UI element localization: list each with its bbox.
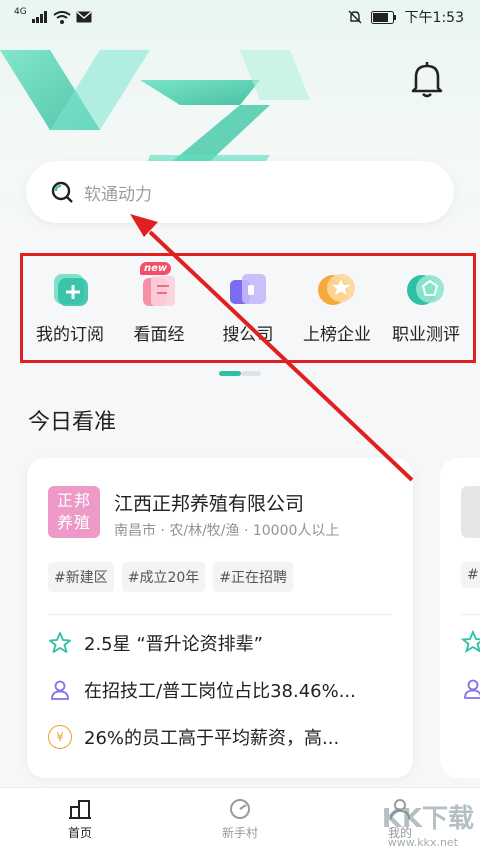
- quick-item-ranked-company[interactable]: 上榜企业: [294, 268, 380, 345]
- watermark-url: www.kkx.net: [387, 836, 458, 849]
- mute-icon: [348, 10, 362, 24]
- search-placeholder: 软通动力: [84, 184, 152, 205]
- pager-dot: [241, 371, 261, 376]
- quick-item-interview-notes[interactable]: new 看面经: [116, 262, 202, 345]
- quick-label: 职业测评: [392, 325, 460, 345]
- quick-menu: 我的订阅 new 看面经 搜公司 上榜企业 职业测评: [20, 253, 476, 363]
- tab-newbie-village[interactable]: 新手村: [190, 798, 290, 841]
- pager-dot-active: [219, 371, 241, 376]
- tab-home[interactable]: 首页: [30, 798, 130, 841]
- fact-text: 2.5星 “晋升论资排辈”: [84, 634, 263, 655]
- career-test-icon: [407, 275, 444, 305]
- quick-item-search-company[interactable]: 搜公司: [205, 268, 291, 345]
- tag[interactable]: #正在招聘: [213, 562, 294, 592]
- company-tags: #新建区 #成立20年 #正在招聘: [48, 562, 294, 592]
- company-card[interactable]: 正邦 养殖 江西正邦养殖有限公司 南昌市 · 农/林/牧/渔 · 10000人以…: [27, 458, 413, 778]
- network-label: 4G: [14, 7, 27, 17]
- card2-tag: #: [461, 562, 480, 588]
- person-icon: [51, 680, 69, 700]
- divider: [48, 614, 392, 615]
- person-icon: [464, 679, 480, 699]
- carousel-pager: [219, 371, 261, 376]
- logo-line-2: 养殖: [56, 513, 91, 532]
- home-icon: [69, 800, 91, 819]
- section-title: 今日看准: [28, 410, 117, 435]
- battery-icon: [370, 10, 396, 24]
- quick-label: 看面经: [133, 325, 185, 345]
- signal-icon: [31, 11, 47, 23]
- card2-divider: [461, 614, 480, 615]
- clock: 下午1:53: [404, 10, 464, 26]
- salary-icon: ¥: [48, 725, 72, 749]
- fact-text: 在招技工/普工岗位占比38.46%...: [84, 681, 356, 702]
- wifi-icon: [53, 10, 71, 24]
- search-icon: [51, 181, 73, 203]
- tab-label: 首页: [67, 826, 92, 840]
- ranked-company-icon: [318, 274, 355, 305]
- quick-item-subscribe[interactable]: 我的订阅: [27, 268, 113, 345]
- subscribe-icon: [54, 274, 88, 306]
- quick-label: 我的订阅: [36, 325, 104, 345]
- bell-icon[interactable]: [410, 60, 444, 98]
- star-icon: [49, 632, 71, 653]
- card2-logo: [461, 486, 480, 538]
- tab-label: 新手村: [221, 826, 258, 840]
- fact-salary: ¥ 26%的员工高于平均薪资，高...: [48, 724, 339, 750]
- quick-label: 上榜企业: [303, 325, 371, 345]
- fact-jobs: 在招技工/普工岗位占比38.46%...: [48, 677, 356, 703]
- fact-rating: 2.5星 “晋升论资排辈”: [48, 630, 263, 656]
- logo-line-1: 正邦: [56, 491, 91, 510]
- new-badge: new: [140, 262, 172, 275]
- fact-text: 26%的员工高于平均薪资，高...: [84, 728, 340, 749]
- quick-label: 搜公司: [222, 325, 274, 345]
- company-name: 江西正邦养殖有限公司: [114, 493, 305, 515]
- watermark: KK下载: [381, 804, 474, 834]
- company-meta: 南昌市 · 农/林/牧/渔 · 10000人以上: [114, 523, 340, 539]
- company-card-next[interactable]: #: [440, 458, 480, 778]
- status-bar: 4G 下午1:53: [0, 0, 480, 34]
- star-icon: [461, 630, 480, 653]
- search-bar[interactable]: 软通动力: [26, 161, 454, 223]
- tag[interactable]: #新建区: [48, 562, 114, 592]
- mail-icon: [76, 11, 92, 23]
- company-logo: 正邦 养殖: [48, 486, 100, 538]
- quick-item-career-test[interactable]: 职业测评: [383, 268, 469, 345]
- compass-icon: [230, 799, 250, 819]
- search-company-icon: [230, 274, 266, 304]
- tag[interactable]: #成立20年: [121, 562, 206, 592]
